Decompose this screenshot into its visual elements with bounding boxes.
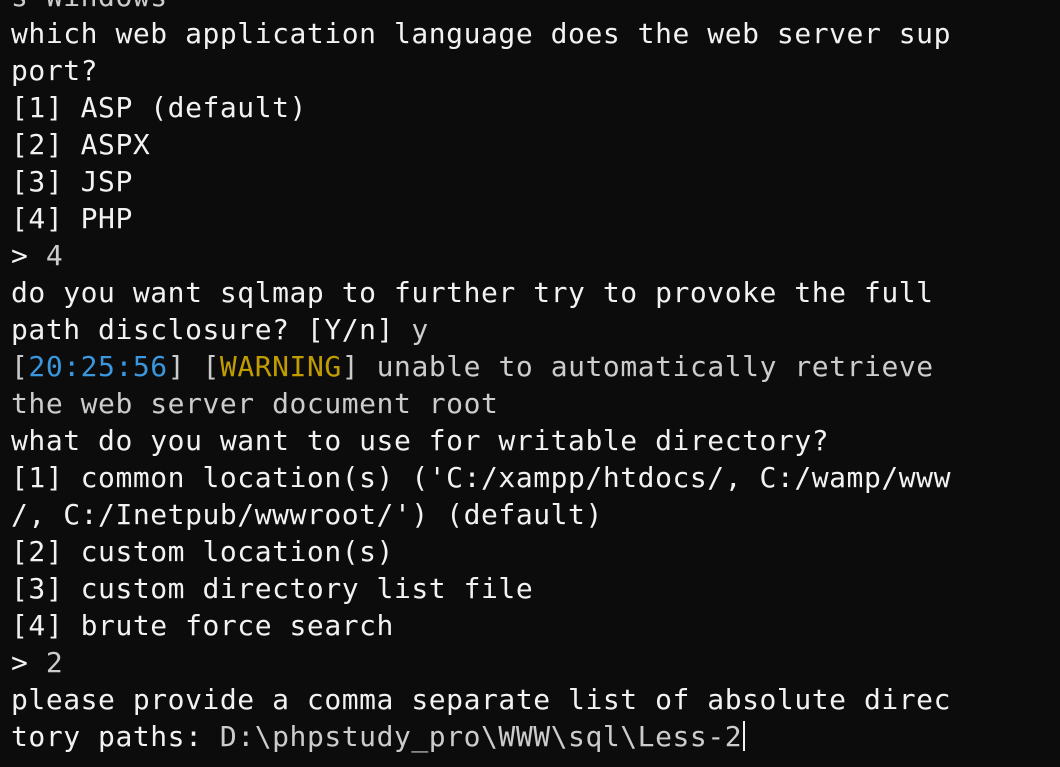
bracket-open: [ — [11, 350, 29, 383]
option-brute-force: [4] brute force search — [11, 609, 394, 642]
input-line-dir-paths[interactable]: tory paths: D:\phpstudy_pro\WWW\sql\Less… — [11, 718, 951, 755]
log-timestamp: 20:25:56 — [28, 350, 168, 383]
answer-value: 4 — [45, 239, 64, 272]
option-jsp: [3] JSP — [11, 165, 133, 198]
question-writable-dir: what do you want to use for writable dir… — [11, 424, 830, 457]
dir-paths-input[interactable]: D:\phpstudy_pro\WWW\sql\Less-2 — [220, 720, 742, 753]
question-text: tory paths: — [11, 720, 203, 753]
terminal-window[interactable]: s Windows which web application language… — [0, 0, 1060, 767]
log-level-warning: WARNING — [219, 350, 342, 383]
option-custom-dir-list: [3] custom directory list file — [11, 572, 534, 605]
option-common-locations-cont: /, C:/Inetpub/wwwroot/') (default) — [11, 498, 603, 531]
question-path-disclosure: do you want sqlmap to further try to pro… — [11, 276, 934, 309]
option-custom-locations: [2] custom location(s) — [11, 535, 394, 568]
option-php: [4] PHP — [11, 202, 133, 235]
question-text: path disclosure? [Y/n] — [11, 313, 394, 346]
answer-value: y — [411, 313, 429, 346]
bracket-separator: ] [ — [167, 350, 220, 383]
text-cursor — [743, 721, 746, 751]
question-path-disclosure-cont: path disclosure? [Y/n] y — [11, 311, 951, 348]
answer-line-language: > 4 — [11, 237, 951, 274]
log-message: unable to automatically retrieve — [376, 350, 934, 383]
terminal-output: s Windows which web application language… — [11, 0, 951, 755]
question-web-language-cont: port? — [11, 54, 99, 87]
answer-line-writable-dir: > 2 — [11, 644, 951, 681]
prompt-symbol: > — [11, 239, 29, 272]
answer-value: 2 — [45, 646, 64, 679]
log-message-cont: the web server document root — [11, 387, 499, 420]
option-common-locations: [1] common location(s) ('C:/xampp/htdocs… — [11, 461, 952, 494]
question-web-language: which web application language does the … — [11, 17, 952, 50]
question-dir-paths: please provide a comma separate list of … — [11, 683, 952, 716]
log-warning-line: [20:25:56] [WARNING] unable to automatic… — [11, 348, 951, 385]
option-asp: [1] ASP (default) — [11, 91, 307, 124]
option-aspx: [2] ASPX — [11, 128, 151, 161]
prompt-symbol: > — [11, 646, 29, 679]
output-line-os: s Windows — [11, 0, 951, 15]
bracket-close: ] — [341, 350, 360, 383]
